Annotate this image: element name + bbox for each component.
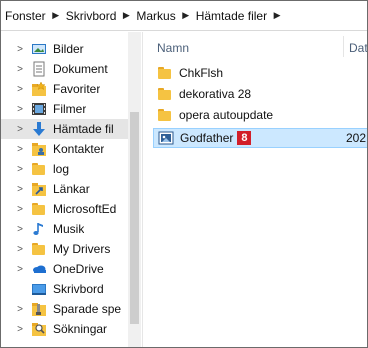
desktop-icon	[31, 281, 47, 297]
breadcrumb-item-fonster[interactable]: Fonster	[3, 5, 48, 27]
nav-item-hamtade-filer[interactable]: > Hämtade fil	[1, 119, 128, 139]
file-row-chkflsh[interactable]: ChkFlsh	[153, 63, 367, 83]
folder-icon	[157, 86, 173, 102]
file-row-godfather[interactable]: Godfather 8 202	[153, 128, 367, 148]
chevron-right-icon[interactable]: ▶	[118, 10, 134, 21]
chevron-right-icon[interactable]: >	[13, 84, 27, 95]
nav-item-my-drivers[interactable]: > My Drivers	[1, 239, 128, 259]
navigation-pane: > Bilder > Dokument > Favoriter > Filmer…	[1, 32, 141, 347]
folder-icon	[31, 201, 47, 217]
chevron-right-icon[interactable]: >	[13, 204, 27, 215]
column-header-row: Namn Dat	[143, 32, 367, 61]
onedrive-icon	[31, 261, 47, 277]
chevron-right-icon[interactable]: >	[13, 124, 27, 135]
file-row-dekorativa-28[interactable]: dekorativa 28	[153, 84, 367, 104]
chevron-right-icon[interactable]: >	[13, 224, 27, 235]
nav-item-bilder[interactable]: > Bilder	[1, 39, 128, 59]
file-date: 202	[346, 131, 367, 145]
nav-item-lankar[interactable]: > Länkar	[1, 179, 128, 199]
breadcrumb-item-markus[interactable]: Markus	[134, 5, 177, 27]
nav-scrollbar-thumb[interactable]	[130, 112, 139, 324]
chevron-right-icon[interactable]: >	[13, 304, 27, 315]
documents-icon	[31, 61, 47, 77]
chevron-right-icon[interactable]: >	[13, 64, 27, 75]
breadcrumb: Fonster ▶ Skrivbord ▶ Markus ▶ Hämtade f…	[1, 1, 367, 31]
chevron-right-icon[interactable]: >	[13, 104, 27, 115]
pictures-icon	[31, 41, 47, 57]
nav-item-microsoftedge[interactable]: > MicrosoftEd	[1, 199, 128, 219]
nav-item-skrivbord[interactable]: Skrivbord	[1, 279, 128, 299]
nav-item-filmer[interactable]: > Filmer	[1, 99, 128, 119]
chevron-right-icon[interactable]: >	[13, 164, 27, 175]
folder-icon	[157, 107, 173, 123]
links-icon	[31, 181, 47, 197]
contacts-icon	[31, 141, 47, 157]
chevron-right-icon[interactable]: ▶	[48, 10, 64, 21]
chevron-right-icon[interactable]: ▶	[269, 10, 285, 21]
saved-games-icon	[31, 301, 47, 317]
file-list-pane: Namn Dat ChkFlsh dekorativa 28 opera aut…	[142, 32, 367, 347]
videos-icon	[31, 101, 47, 117]
nav-item-musik[interactable]: > Musik	[1, 219, 128, 239]
music-icon	[31, 221, 47, 237]
nav-item-sokningar[interactable]: > Sökningar	[1, 319, 128, 339]
nav-item-dokument[interactable]: > Dokument	[1, 59, 128, 79]
column-header-name[interactable]: Namn	[157, 41, 189, 55]
chevron-right-icon[interactable]: >	[13, 44, 27, 55]
breadcrumb-item-skrivbord[interactable]: Skrivbord	[64, 5, 119, 27]
searches-icon	[31, 321, 47, 337]
folder-icon	[157, 65, 173, 81]
downloads-icon	[31, 121, 47, 137]
column-header-date[interactable]: Dat	[349, 41, 367, 55]
chevron-right-icon[interactable]: ▶	[178, 10, 194, 21]
folder-icon	[31, 241, 47, 257]
nav-item-onedrive[interactable]: > OneDrive	[1, 259, 128, 279]
favorites-icon	[31, 81, 47, 97]
nav-item-kontakter[interactable]: > Kontakter	[1, 139, 128, 159]
nav-item-log[interactable]: > log	[1, 159, 128, 179]
chevron-right-icon[interactable]: >	[13, 244, 27, 255]
file-row-opera-autoupdate[interactable]: opera autoupdate	[153, 105, 367, 125]
explorer-window: Fonster ▶ Skrivbord ▶ Markus ▶ Hämtade f…	[0, 0, 368, 348]
folder-icon	[31, 161, 47, 177]
chevron-right-icon[interactable]: >	[13, 144, 27, 155]
number-badge: 8	[237, 131, 252, 145]
nav-item-favoriter[interactable]: > Favoriter	[1, 79, 128, 99]
nav-item-sparade-spel[interactable]: > Sparade spe	[1, 299, 128, 319]
chevron-right-icon[interactable]: >	[13, 324, 27, 335]
nav-scrollbar[interactable]	[128, 32, 141, 347]
chevron-right-icon[interactable]: >	[13, 184, 27, 195]
breadcrumb-item-hamtade-filer[interactable]: Hämtade filer	[194, 5, 269, 27]
image-file-icon	[158, 130, 174, 146]
column-divider[interactable]	[343, 36, 344, 57]
chevron-right-icon[interactable]: >	[13, 264, 27, 275]
